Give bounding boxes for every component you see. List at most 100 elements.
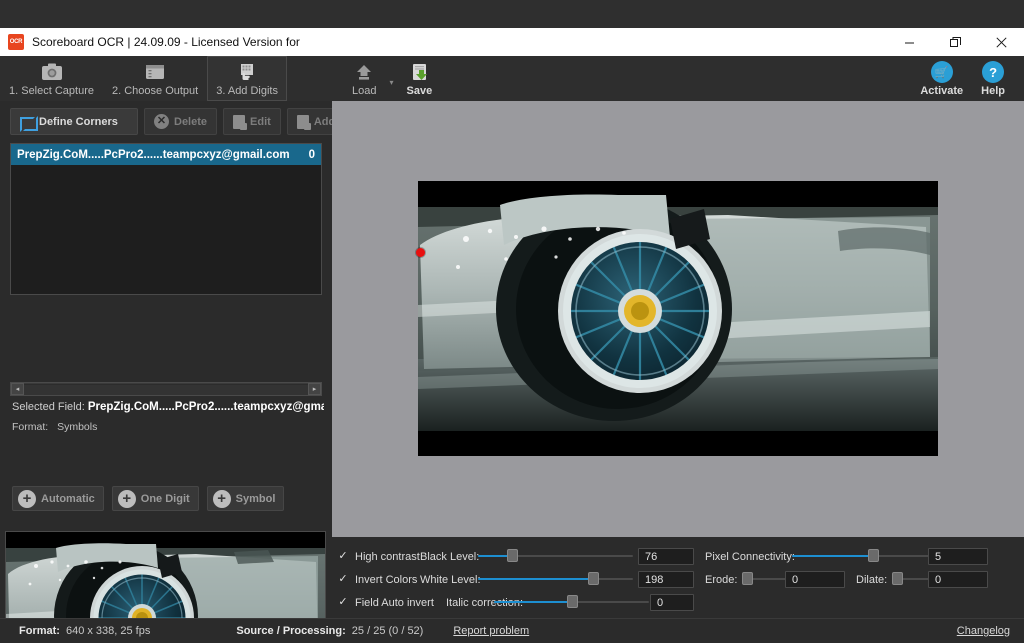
- erode-label-wrap: Erode:: [705, 571, 737, 588]
- black-level-label-wrap: Black Level:: [420, 548, 479, 565]
- capture-preview-image: [418, 181, 938, 456]
- toolbar-step-select-capture[interactable]: 1. Select Capture: [0, 56, 103, 101]
- cart-icon-glyph: 🛒: [930, 61, 953, 83]
- toolbar-load-button[interactable]: Load: [343, 56, 385, 101]
- scrollbar-track[interactable]: [24, 383, 308, 395]
- selected-field-label: Selected Field:: [12, 401, 85, 413]
- toolbar-activate-button[interactable]: 🛒 Activate: [911, 56, 972, 101]
- black-level-value[interactable]: 76: [638, 548, 694, 565]
- edit-document-icon: [233, 114, 248, 130]
- changelog-link[interactable]: Changelog: [957, 625, 1010, 637]
- add-symbol-button[interactable]: + Symbol: [206, 486, 285, 511]
- fields-list[interactable]: PrepZig.CoM.....PcPro2......teampcxyz@gm…: [10, 143, 322, 295]
- field-format-line: Format: Symbols: [12, 421, 97, 433]
- slider-thumb[interactable]: [867, 549, 879, 562]
- close-button[interactable]: [978, 28, 1024, 56]
- list-item[interactable]: PrepZig.CoM.....PcPro2......teampcxyz@gm…: [11, 144, 321, 165]
- delete-field-button[interactable]: ✕ Delete: [144, 108, 218, 135]
- white-level-label: White Level:: [420, 573, 481, 586]
- field-format-value: Symbols: [57, 421, 98, 433]
- slider-thumb[interactable]: [507, 549, 519, 562]
- question-mark-icon-glyph: ?: [982, 61, 1005, 83]
- restore-icon: [949, 36, 961, 47]
- toolbar-step-add-digits[interactable]: 3. Add Digits: [207, 56, 287, 101]
- field-auto-invert-checkbox[interactable]: ✓ Field Auto invert: [337, 594, 434, 611]
- erode-value[interactable]: 0: [785, 571, 845, 588]
- slider-thumb[interactable]: [566, 595, 578, 608]
- add-one-digit-button[interactable]: + One Digit: [111, 486, 199, 511]
- define-corners-button[interactable]: Define Corners: [10, 108, 138, 135]
- scroll-right-arrow-icon[interactable]: ▸: [308, 383, 321, 395]
- toolbar-step-select-capture-label: 1. Select Capture: [9, 85, 94, 97]
- italic-correction-slider[interactable]: [494, 595, 649, 609]
- minimize-button[interactable]: [886, 28, 932, 56]
- checkmark-icon: ✓: [338, 573, 348, 585]
- toolbar-step-choose-output-label: 2. Choose Output: [112, 85, 199, 97]
- report-problem-link[interactable]: Report problem: [453, 625, 529, 637]
- plus-circle-icon: +: [212, 489, 231, 508]
- toolbar-save-button[interactable]: Save: [398, 56, 442, 101]
- field-action-buttons: Define Corners ✕ Delete Edit Add: [10, 108, 346, 135]
- field-auto-invert-label: Field Auto invert: [355, 596, 434, 609]
- high-contrast-checkbox[interactable]: ✓ High contrast: [337, 548, 419, 565]
- toolbar-save-label: Save: [406, 85, 433, 97]
- add-digit-buttons: + Automatic + One Digit + Symbol: [12, 486, 285, 511]
- list-item-label: PrepZig.CoM.....PcPro2......teampcxyz@gm…: [17, 148, 290, 161]
- black-level-label: Black Level:: [420, 550, 480, 563]
- output-window-icon: [143, 60, 167, 84]
- add-automatic-button[interactable]: + Automatic: [12, 486, 104, 511]
- define-corners-label: Define Corners: [39, 115, 118, 128]
- add-automatic-label: Automatic: [41, 492, 95, 505]
- toolbar-step-choose-output[interactable]: 2. Choose Output: [103, 56, 207, 101]
- toolbar-load-label: Load: [352, 85, 377, 97]
- pixel-connectivity-slider[interactable]: [792, 549, 947, 563]
- crop-corners-icon: [20, 115, 38, 132]
- white-level-value[interactable]: 198: [638, 571, 694, 588]
- selected-field-line: Selected Field: PrepZig.CoM.....PcPro2..…: [12, 401, 324, 413]
- status-source-label: Source / Processing:: [236, 625, 346, 637]
- invert-colors-checkbox[interactable]: ✓ Invert Colors: [337, 571, 417, 588]
- restore-button[interactable]: [932, 28, 978, 56]
- status-format-value: 640 x 338, 25 fps: [65, 625, 151, 637]
- pixel-connectivity-label-wrap: Pixel Connectivity:: [705, 548, 795, 565]
- application-window: OCR Scoreboard OCR | 24.09.09 - Licensed…: [0, 0, 1024, 643]
- dilate-label-wrap: Dilate:: [856, 571, 887, 588]
- toolbar-help-button[interactable]: ? Help: [972, 56, 1014, 101]
- fields-list-horizontal-scrollbar[interactable]: ◂ ▸: [10, 382, 322, 396]
- checkmark-icon: ✓: [338, 596, 348, 608]
- load-dropdown-caret-icon[interactable]: ▾: [389, 70, 393, 87]
- cart-icon: 🛒: [930, 60, 953, 84]
- window-title: Scoreboard OCR | 24.09.09 - Licensed Ver…: [32, 35, 300, 49]
- edit-field-button[interactable]: Edit: [223, 108, 281, 135]
- delete-field-label: Delete: [174, 115, 208, 128]
- status-format-label: Format:: [19, 625, 60, 637]
- slider-thumb[interactable]: [742, 572, 753, 585]
- slider-fill: [478, 578, 593, 580]
- window-controls: [886, 28, 1024, 56]
- title-bar: OCR Scoreboard OCR | 24.09.09 - Licensed…: [0, 28, 1024, 56]
- list-item-value: 0: [308, 148, 315, 161]
- field-format-label: Format:: [12, 421, 49, 433]
- dilate-value[interactable]: 0: [928, 571, 988, 588]
- dilate-label: Dilate:: [856, 573, 888, 586]
- plus-circle-icon: +: [117, 489, 136, 508]
- corner-marker-point[interactable]: [416, 248, 425, 257]
- scroll-left-arrow-icon[interactable]: ◂: [11, 383, 24, 395]
- slider-thumb[interactable]: [892, 572, 903, 585]
- toolbar-activate-label: Activate: [920, 85, 964, 97]
- add-digits-icon: [235, 60, 259, 84]
- white-level-slider[interactable]: [478, 572, 633, 586]
- pixel-connectivity-value[interactable]: 5: [928, 548, 988, 565]
- slider-thumb[interactable]: [587, 572, 599, 585]
- status-source-value: 25 / 25 (0 / 52): [351, 625, 424, 637]
- capture-preview[interactable]: [332, 101, 1024, 537]
- minimize-icon: [904, 42, 914, 43]
- italic-correction-value[interactable]: 0: [650, 594, 694, 611]
- toolbar-help-label: Help: [981, 85, 1005, 97]
- left-panel: Define Corners ✕ Delete Edit Add PrepZig…: [0, 101, 346, 643]
- toolbar-step-add-digits-label: 3. Add Digits: [216, 85, 278, 97]
- checkmark-icon: ✓: [338, 550, 348, 562]
- edit-field-label: Edit: [250, 115, 271, 128]
- black-level-slider[interactable]: [478, 549, 633, 563]
- x-circle-icon: ✕: [154, 114, 169, 129]
